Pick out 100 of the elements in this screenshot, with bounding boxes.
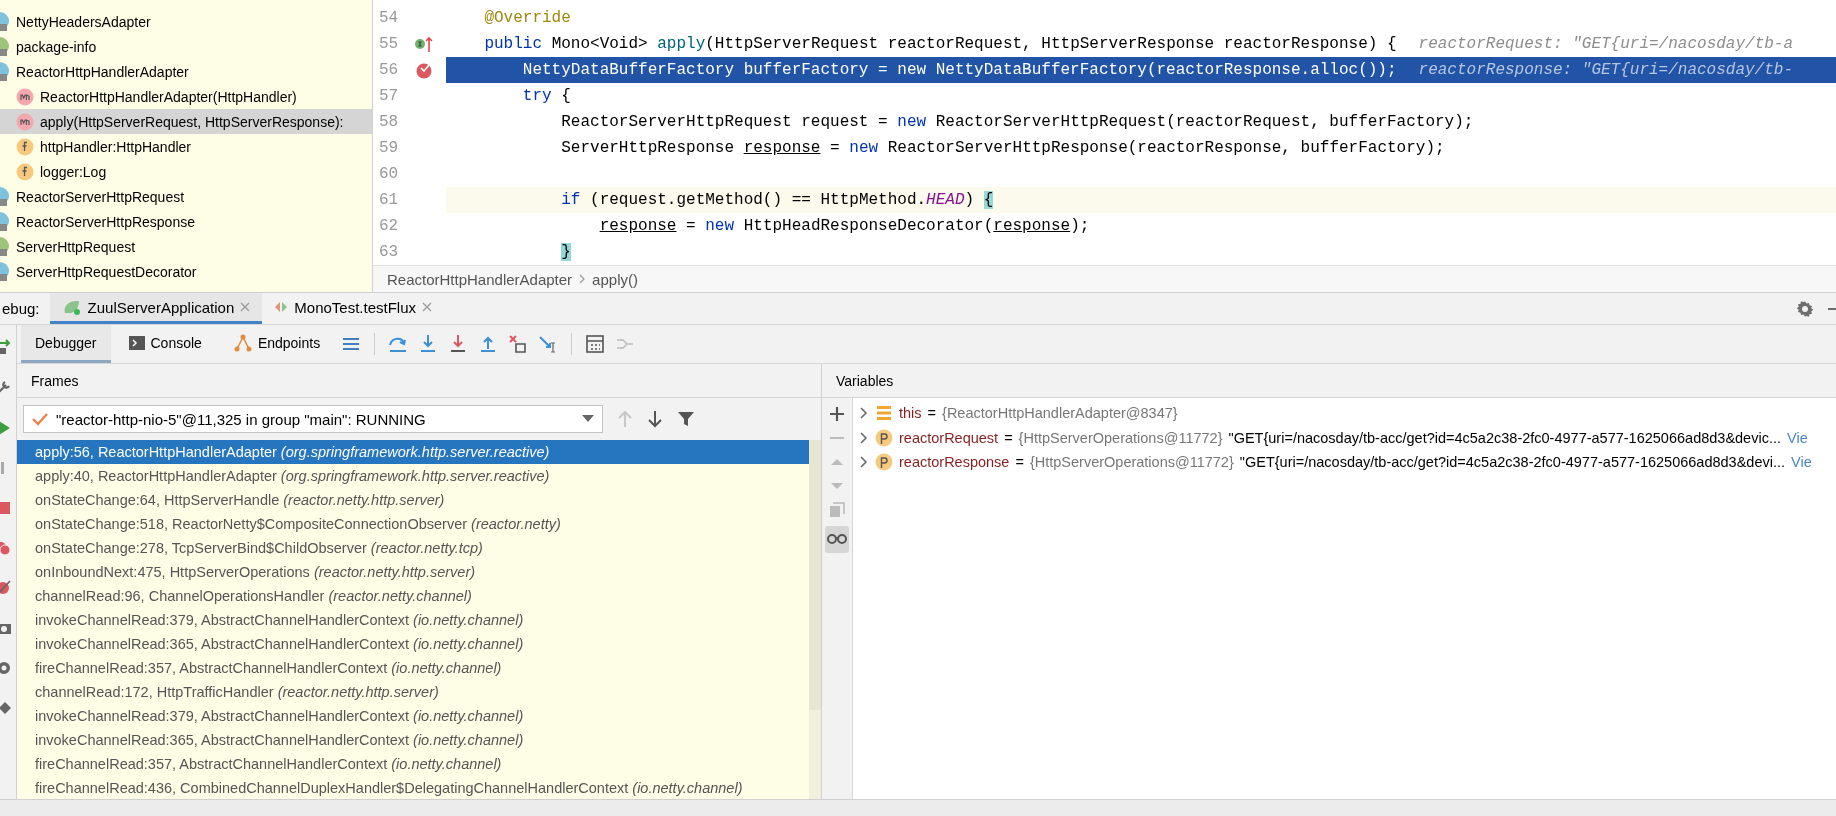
structure-item[interactable]: apply(HttpServerRequest, HttpServerResponse): — [0, 109, 372, 134]
thread-dropdown[interactable]: "reactor-http-nio-5"@11,325 in group "main": RUNNING — [23, 405, 603, 433]
line-number: 62 — [378, 217, 400, 235]
structure-item[interactable]: ReactorServerHttpResponse — [0, 209, 372, 234]
method-icon — [16, 87, 34, 106]
field-icon — [16, 137, 34, 156]
close-icon[interactable] — [422, 302, 432, 312]
breadcrumb-item[interactable]: ReactorHttpHandlerAdapter — [387, 270, 573, 288]
frame-item[interactable]: invokeChannelRead:365, AbstractChannelHandlerContext (io.netty.channel) — [17, 632, 809, 656]
frame-item[interactable]: fireChannelRead:436, CombinedChannelDuplexHandler$DelegatingChannelHandlerContext (io.netty.channel) — [17, 776, 809, 799]
structure-item[interactable]: logger:Log — [0, 159, 372, 184]
check-icon — [32, 412, 48, 426]
drop-frame-icon[interactable] — [508, 334, 529, 354]
method-icon — [16, 112, 34, 131]
debug-tab[interactable]: MonoTest.testFlux — [262, 293, 444, 324]
chevron-icon — [578, 274, 587, 284]
code-text: if (request.getMethod() == HttpMethod.HEAD) { — [560, 191, 994, 209]
structure-item[interactable]: ReactorHttpHandlerAdapter — [0, 59, 372, 84]
code-text: public Mono<Void> apply(HttpServerRequest reactorRequest, HttpServerResponse reactorResponse) { — [483, 35, 1397, 53]
parameter-icon — [875, 453, 893, 472]
inline-value-hint: reactorRequest: "GET{uri=/nacosday/tb-a — [1418, 35, 1794, 53]
line-number: 63 — [378, 243, 400, 261]
view-link[interactable]: Vie — [1787, 429, 1808, 446]
variable-name: reactorResponse — [899, 454, 1010, 471]
structure-item[interactable]: ServerHttpRequest — [0, 234, 372, 259]
expand-chevron-icon[interactable] — [859, 456, 869, 469]
frame-item[interactable]: onStateChange:278, TcpServerBind$ChildObserver (reactor.netty.tcp) — [17, 536, 809, 560]
frame-item[interactable]: channelRead:172, HttpTrafficHandler (reactor.netty.http.server) — [17, 680, 809, 704]
pin-icon[interactable] — [0, 699, 14, 717]
code-text: @Override — [483, 9, 571, 27]
structure-item[interactable]: package-info — [0, 34, 372, 59]
variable-value: {ReactorHttpHandlerAdapter@8347} — [942, 405, 1178, 422]
code-text: response = new HttpHeadResponseDecorator(response); — [598, 217, 1090, 235]
variable-string: "GET{uri=/nacosday/tb-acc/get?id=4c5a2c38-2fc0-4977-a577-1625066ad8d3&devic... — [1228, 429, 1781, 446]
field-icon — [16, 162, 34, 181]
test-icon — [274, 300, 289, 314]
frame-item[interactable]: channelRead:96, ChannelOperationsHandler (reactor.netty.channel) — [17, 584, 809, 608]
down-arrow-icon[interactable] — [647, 410, 663, 428]
class-icon — [0, 11, 10, 32]
frame-item[interactable]: apply:40, ReactorHttpHandlerAdapter (org.springframework.http.server.reactive) — [17, 464, 809, 488]
code-text: try { — [521, 87, 571, 105]
list-icon — [875, 404, 893, 423]
equals-sign: = — [927, 405, 937, 422]
debugger-tab[interactable]: Console — [114, 325, 216, 363]
code-text: ServerHttpResponse response = new ReactorServerHttpResponse(reactorResponse, bufferFactory); — [560, 139, 1445, 157]
terminal-icon — [128, 334, 145, 351]
structure-item[interactable]: ServerHttpRequestDecorator — [0, 259, 372, 284]
scrollbar-thumb[interactable] — [809, 440, 821, 710]
line-number: 56 — [378, 61, 400, 79]
calculator-icon[interactable] — [585, 334, 606, 354]
structure-item[interactable]: ReactorHttpHandlerAdapter(HttpHandler) — [0, 84, 372, 109]
settings-icon[interactable] — [1796, 299, 1814, 318]
filter-icon[interactable] — [677, 410, 695, 428]
class-icon — [0, 211, 10, 232]
structure-item[interactable]: NettyHeadersAdapter — [0, 9, 372, 34]
line-number: 57 — [378, 87, 400, 105]
breakpoint-icon — [415, 61, 433, 79]
frame-item[interactable]: invokeChannelRead:379, AbstractChannelHandlerContext (io.netty.channel) — [17, 704, 809, 728]
frame-item[interactable]: onInboundNext:475, HttpServerOperations (reactor.netty.http.server) — [17, 560, 809, 584]
interface-icon — [0, 36, 10, 57]
frame-item[interactable]: invokeChannelRead:379, AbstractChannelHandlerContext (io.netty.channel) — [17, 608, 809, 632]
structure-item[interactable]: ReactorServerHttpRequest — [0, 184, 372, 209]
variable-string: "GET{uri=/nacosday/tb-acc/get?id=4c5a2c38-2fc0-4977-a577-1625066ad8d3&devi... — [1239, 454, 1786, 471]
mute-breakpoints-icon[interactable] — [0, 579, 14, 597]
frame-item[interactable]: fireChannelRead:357, AbstractChannelHandlerContext (io.netty.channel) — [17, 752, 809, 776]
variable-value: {HttpServerOperations@11772} — [1029, 454, 1234, 471]
debugger-tab[interactable]: Endpoints — [219, 325, 335, 363]
variable-name: this — [899, 405, 922, 422]
frame-item[interactable]: invokeChannelRead:365, AbstractChannelHandlerContext (io.netty.channel) — [17, 728, 809, 752]
class-icon — [0, 261, 10, 282]
endpoints-icon — [233, 333, 252, 352]
equals-sign: = — [1015, 454, 1024, 471]
expand-chevron-icon[interactable] — [859, 431, 869, 444]
code-text: ReactorServerHttpRequest request = new ReactorServerHttpRequest(reactorRequest, bufferFactory); — [560, 113, 1474, 131]
add-icon[interactable] — [829, 406, 845, 422]
line-number: 59 — [378, 139, 400, 157]
caret-icon — [582, 415, 594, 423]
override-icon — [414, 35, 434, 53]
line-number: 61 — [378, 191, 400, 209]
frame-item[interactable]: apply:56, ReactorHttpHandlerAdapter (org.springframework.http.server.reactive) — [17, 440, 809, 464]
inline-value-hint: reactorResponse: "GET{uri=/nacosday/tb- — [1418, 61, 1794, 79]
frame-item[interactable]: onStateChange:518, ReactorNetty$CompositeConnectionObserver (reactor.netty) — [17, 512, 809, 536]
variable-value: {HttpServerOperations@11772} — [1018, 429, 1223, 446]
debug-tab[interactable]: ZuulServerApplication — [49, 293, 263, 324]
code-text: NettyDataBufferFactory bufferFactory = new NettyDataBufferFactory(reactorResponse.alloc()); — [521, 61, 1397, 79]
parameter-icon — [875, 428, 893, 447]
structure-item[interactable]: httpHandler:HttpHandler — [0, 134, 372, 159]
line-number: 60 — [378, 165, 400, 183]
expand-chevron-icon[interactable] — [859, 407, 869, 420]
view-link[interactable]: Vie — [1791, 454, 1812, 471]
frame-item[interactable]: fireChannelRead:357, AbstractChannelHandlerContext (io.netty.channel) — [17, 656, 809, 680]
class-icon — [0, 61, 10, 82]
class-icon — [0, 186, 10, 207]
debugger-tab[interactable]: Debugger — [21, 325, 111, 363]
breadcrumb-item[interactable]: apply() — [592, 270, 638, 288]
line-number: 54 — [378, 9, 400, 27]
frame-item[interactable]: onStateChange:64, HttpServerHandle (reactor.netty.http.server) — [17, 488, 809, 512]
line-number: 58 — [378, 113, 400, 131]
line-number: 55 — [378, 35, 400, 53]
close-icon[interactable] — [240, 302, 251, 312]
